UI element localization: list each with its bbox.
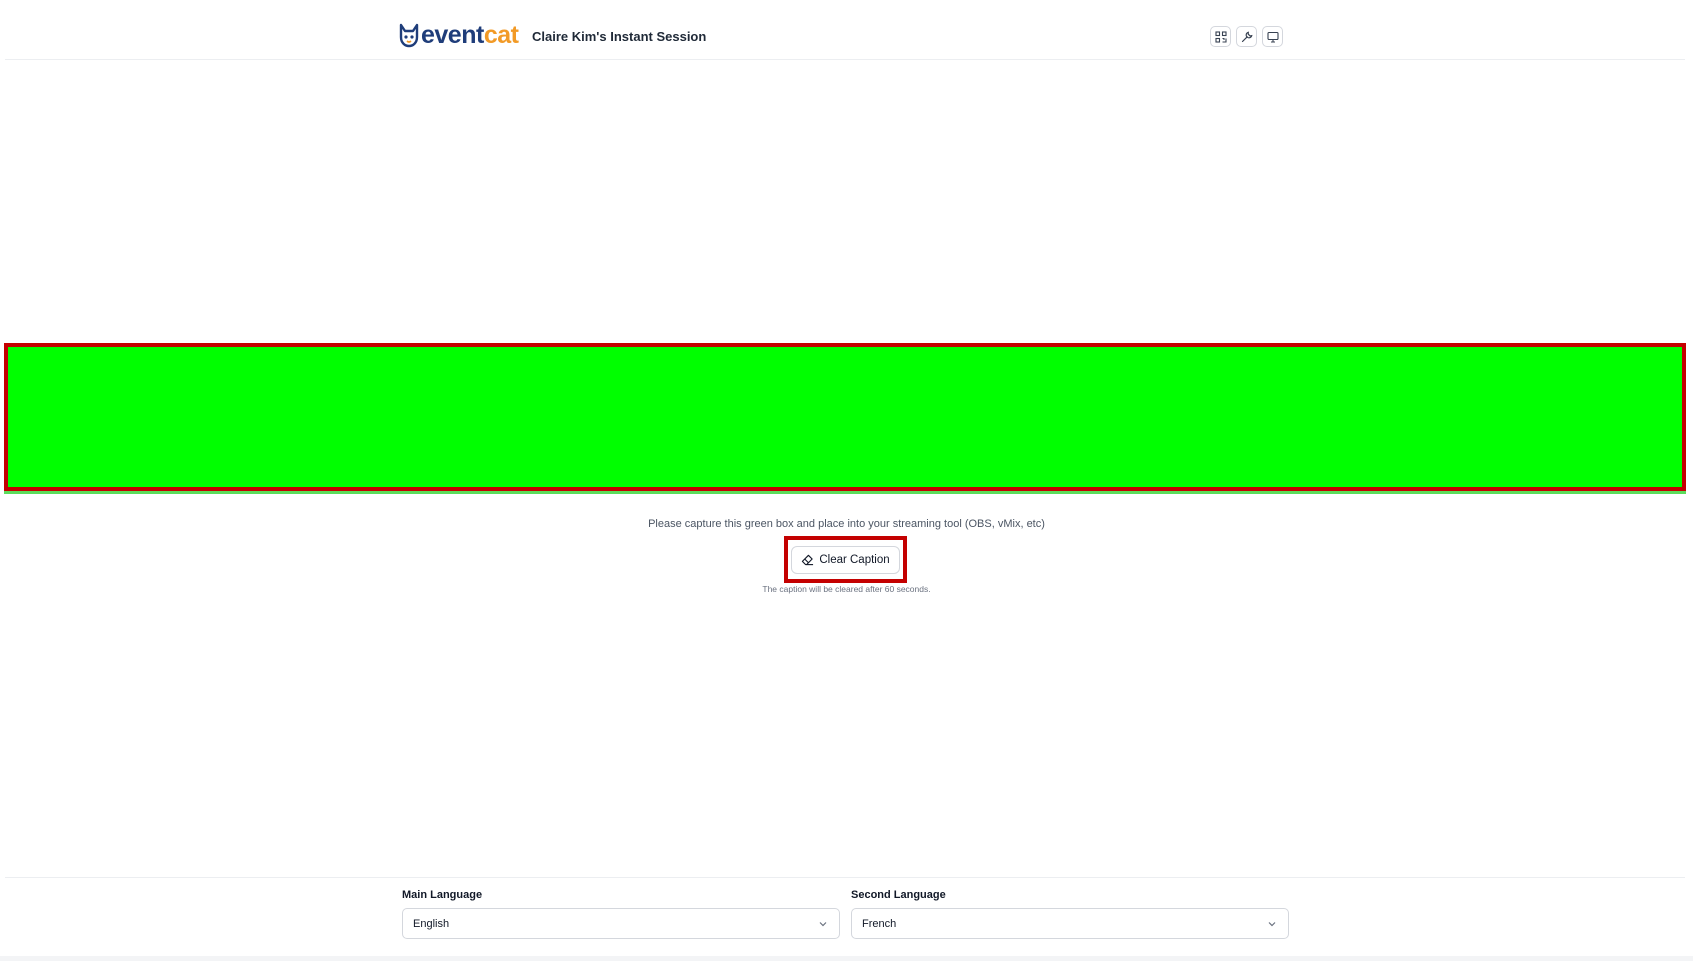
main-language-value: English bbox=[413, 917, 450, 930]
second-language-select[interactable]: French bbox=[851, 908, 1289, 939]
eventcat-logo[interactable]: eventcat bbox=[398, 20, 519, 49]
header-actions bbox=[1210, 26, 1283, 47]
clear-caption-highlight: Clear Caption bbox=[784, 536, 907, 583]
main-language-label: Main Language bbox=[402, 889, 483, 901]
language-footer bbox=[5, 877, 1685, 962]
eraser-icon bbox=[802, 554, 814, 566]
settings-button[interactable] bbox=[1236, 26, 1257, 47]
clear-caption-button[interactable]: Clear Caption bbox=[791, 545, 900, 574]
logo-wordmark: eventcat bbox=[421, 20, 519, 49]
session-title: Claire Kim's Instant Session bbox=[532, 29, 707, 44]
clear-caption-note: The caption will be cleared after 60 sec… bbox=[762, 584, 931, 594]
chevron-down-icon bbox=[1268, 921, 1276, 926]
capture-instructions: Please capture this green box and place … bbox=[648, 518, 1045, 530]
clear-caption-label: Clear Caption bbox=[819, 553, 890, 566]
logo-text-event: event bbox=[421, 20, 484, 49]
bottom-strip bbox=[0, 956, 1693, 961]
second-language-value: French bbox=[862, 917, 897, 930]
wrench-icon bbox=[1241, 31, 1253, 42]
chevron-down-icon bbox=[819, 921, 827, 926]
second-language-group: Second Language French bbox=[851, 889, 1289, 939]
top-bar bbox=[5, 0, 1685, 60]
qr-code-button[interactable] bbox=[1210, 26, 1231, 47]
main-language-select[interactable]: English bbox=[402, 908, 840, 939]
monitor-icon bbox=[1266, 31, 1279, 43]
caption-green-box bbox=[4, 343, 1686, 491]
second-language-label: Second Language bbox=[851, 889, 946, 901]
logo-text-cat: cat bbox=[483, 20, 519, 49]
display-button[interactable] bbox=[1262, 26, 1283, 47]
main-language-group: Main Language English bbox=[402, 889, 840, 939]
cat-logo-icon bbox=[399, 23, 419, 48]
qr-code-icon bbox=[1214, 30, 1227, 43]
